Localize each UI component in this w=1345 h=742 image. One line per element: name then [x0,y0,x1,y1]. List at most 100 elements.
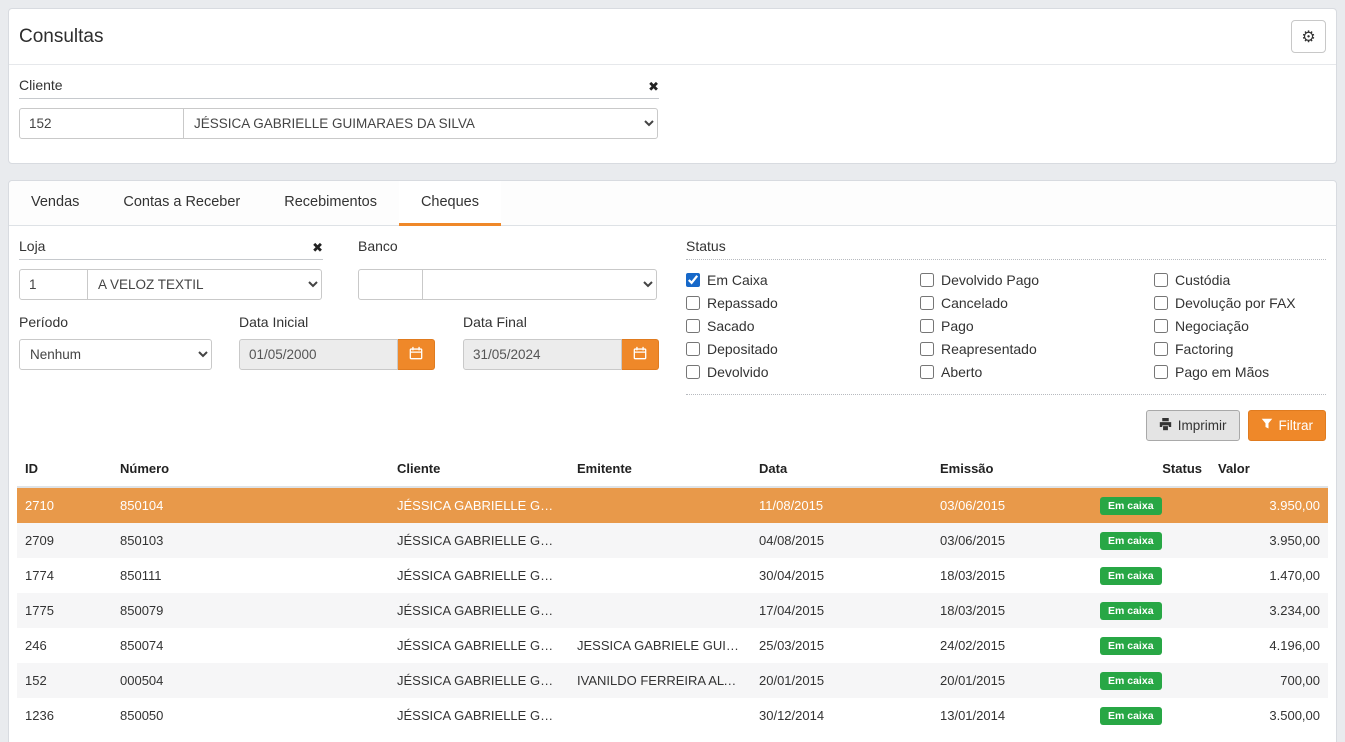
status-checkbox[interactable] [686,319,700,333]
status-checkbox-option[interactable]: Devolvido Pago [920,272,1154,288]
cell-emissao: 03/06/2015 [932,487,1092,523]
tab-bar: Vendas Contas a Receber Recebimentos Che… [9,181,1336,226]
printer-icon [1159,418,1172,434]
status-checkbox-option[interactable]: Em Caixa [686,272,920,288]
status-group: Status Em Caixa Repassado [686,238,1326,395]
cell-numero: 850103 [112,523,389,558]
imprimir-button[interactable]: Imprimir [1146,410,1240,441]
status-checkbox-option[interactable]: Pago [920,318,1154,334]
cell-status: Em caixa [1092,487,1210,523]
loja-group: Loja ✖ A VELOZ TEXTIL [19,238,323,300]
table-row[interactable]: 1774 850111 JÉSSICA GABRIELLE GUIMARAES … [17,558,1328,593]
status-checkbox-option[interactable]: Factoring [1154,341,1326,357]
loja-code-input[interactable] [19,269,88,300]
client-code-input[interactable] [19,108,184,139]
data-inicial-calendar-button[interactable] [398,339,435,370]
column-header: Status [1092,451,1210,487]
status-checkbox-option[interactable]: Devolvido [686,364,920,380]
cell-cliente: JÉSSICA GABRIELLE GUIMARAES DA SILVA [389,558,569,593]
table-row[interactable]: 1775 850079 JÉSSICA GABRIELLE GUIMARAES … [17,593,1328,628]
status-checkbox-label: Factoring [1175,341,1233,357]
data-inicial-label: Data Inicial [239,314,435,330]
gear-icon: ⚙ [1301,27,1315,47]
tab[interactable]: Vendas [9,181,101,226]
banco-select[interactable] [422,269,657,300]
periodo-group: Período Nenhum [19,314,212,370]
cell-cliente: JÉSSICA GABRIELLE GUIMARAES DA SILVA [389,523,569,558]
loja-clear-icon[interactable]: ✖ [312,241,323,254]
status-checkbox[interactable] [920,342,934,356]
client-clear-icon[interactable]: ✖ [648,80,659,93]
calendar-icon [633,346,647,363]
table-row[interactable]: 1236 850050 JÉSSICA GABRIELLE GUIMARAES … [17,698,1328,733]
cell-data: 04/08/2015 [751,523,932,558]
cell-valor: 3.950,00 [1210,487,1328,523]
cell-id: 2710 [17,487,112,523]
imprimir-label: Imprimir [1178,418,1227,433]
status-badge: Em caixa [1100,567,1162,585]
status-checkbox-label: Devolvido Pago [941,272,1039,288]
table-row[interactable]: 152 000504 JÉSSICA GABRIELLE GUIMARAES D… [17,663,1328,698]
loja-select[interactable]: A VELOZ TEXTIL [87,269,322,300]
cell-data: 30/04/2015 [751,558,932,593]
filtrar-button[interactable]: Filtrar [1248,410,1327,441]
status-checkbox-label: Custódia [1175,272,1230,288]
status-checkbox-option[interactable]: Devolução por FAX [1154,295,1326,311]
status-checkbox[interactable] [1154,342,1168,356]
client-inputs: JÉSSICA GABRIELLE GUIMARAES DA SILVA [19,108,1326,139]
tab[interactable]: Contas a Receber [101,181,262,226]
table-row[interactable]: 2709 850103 JÉSSICA GABRIELLE GUIMARAES … [17,523,1328,558]
main-card: Vendas Contas a Receber Recebimentos Che… [8,180,1337,742]
status-checkbox-label: Devolução por FAX [1175,295,1296,311]
cell-status: Em caixa [1092,628,1210,663]
status-checkbox-option[interactable]: Cancelado [920,295,1154,311]
status-checkbox[interactable] [1154,319,1168,333]
table-row[interactable]: 2710 850104 JÉSSICA GABRIELLE GUIMARAES … [17,487,1328,523]
data-inicial-input[interactable] [239,339,398,370]
cell-status: Em caixa [1092,663,1210,698]
client-select[interactable]: JÉSSICA GABRIELLE GUIMARAES DA SILVA [183,108,658,139]
status-checkbox[interactable] [686,296,700,310]
filtrar-label: Filtrar [1279,418,1314,433]
cell-id: 152 [17,663,112,698]
tab[interactable]: Cheques [399,181,501,226]
filter-section: Loja ✖ A VELOZ TEXTIL Banco [9,226,1336,395]
table-row[interactable]: 246 850074 JÉSSICA GABRIELLE GUIMARAES D… [17,628,1328,663]
settings-button[interactable]: ⚙ [1291,20,1326,53]
status-badge: Em caixa [1100,532,1162,550]
status-checkbox[interactable] [686,342,700,356]
cell-numero: 850074 [112,628,389,663]
cell-valor: 1.470,00 [1210,558,1328,593]
status-checkbox[interactable] [920,273,934,287]
status-checkbox[interactable] [1154,365,1168,379]
status-checkbox[interactable] [920,296,934,310]
cell-status: Em caixa [1092,593,1210,628]
status-checkbox-option[interactable]: Sacado [686,318,920,334]
status-checkbox[interactable] [920,319,934,333]
banco-code-input[interactable] [358,269,423,300]
status-checkbox-option[interactable]: Repassado [686,295,920,311]
status-checkbox-option[interactable]: Negociação [1154,318,1326,334]
status-checkbox-option[interactable]: Depositado [686,341,920,357]
status-checkbox[interactable] [686,273,700,287]
data-final-input[interactable] [463,339,622,370]
status-checkbox-option[interactable]: Aberto [920,364,1154,380]
status-checkbox-label: Repassado [707,295,778,311]
cell-emitente [569,523,751,558]
status-checkbox-label: Devolvido [707,364,768,380]
periodo-select[interactable]: Nenhum [19,339,212,370]
tab[interactable]: Recebimentos [262,181,399,226]
status-checkbox-option[interactable]: Pago em Mãos [1154,364,1326,380]
status-checkbox[interactable] [920,365,934,379]
data-inicial-group: Data Inicial [239,314,435,370]
cell-id: 1775 [17,593,112,628]
status-checkbox-option[interactable]: Custódia [1154,272,1326,288]
data-final-calendar-button[interactable] [622,339,659,370]
status-checkbox-label: Negociação [1175,318,1249,334]
cell-data: 30/12/2014 [751,698,932,733]
status-checkbox[interactable] [1154,273,1168,287]
status-checkbox-option[interactable]: Reapresentado [920,341,1154,357]
cell-id: 2709 [17,523,112,558]
status-checkbox[interactable] [686,365,700,379]
status-checkbox[interactable] [1154,296,1168,310]
